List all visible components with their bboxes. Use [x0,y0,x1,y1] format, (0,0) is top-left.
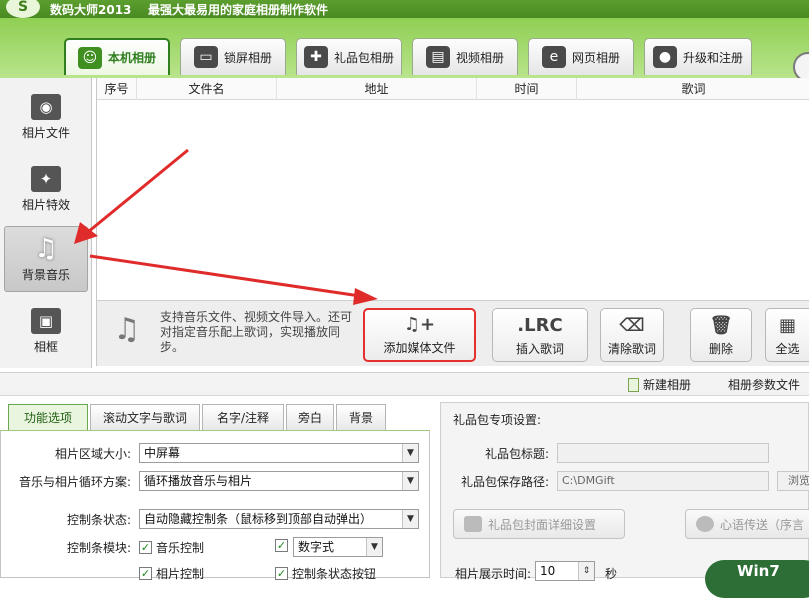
arrow-line-to-sidebar [87,148,189,234]
spinner-value: 10 [540,564,556,578]
watermark-logo: Win7 [705,560,809,598]
gift-title-label: 礼品包标题: [484,447,549,461]
tab-name-notes[interactable]: 名字/注释 [202,404,284,430]
tab-scroll-text-lyrics[interactable]: 滚动文字与歌词 [90,404,200,430]
chevron-down-icon: ▼ [402,472,418,490]
checkmark-icon: ✓ [139,541,152,554]
select-value: 循环播放音乐与相片 [144,474,253,488]
gift-package-panel: 礼品包专项设置: 礼品包标题: 礼品包保存路径: C:\DMGift 浏览 礼品… [440,402,809,581]
photo-area-label: 相片区域大小: [54,447,131,461]
digital-checkbox[interactable]: ✓ [275,539,288,552]
select-value: 中屏幕 [144,446,181,460]
select-value: 自动隐藏控制条（鼠标移到顶部自动弹出） [144,512,373,526]
checkmark-icon: ✓ [275,539,288,552]
new-album-button[interactable]: 新建相册 [628,376,691,393]
chevron-down-icon: ▼ [402,444,418,462]
display-time-unit: 秒 [604,567,617,581]
checkmark-icon: ✓ [275,567,288,580]
loop-scheme-label: 音乐与相片循环方案: [18,475,131,489]
select-value: 数字式 [298,540,335,554]
checkbox-label: 音乐控制 [156,541,205,555]
heart-message-button[interactable]: 心语传送（序言 [685,509,809,539]
gift-save-path-label: 礼品包保存路径: [460,475,549,489]
checkmark-icon: ✓ [139,567,152,580]
digital-style-select[interactable]: 数字式 ▼ [293,537,383,557]
gift-cover-settings-button[interactable]: 礼品包封面详细设置 [453,509,625,539]
gift-icon [464,516,482,532]
spinner-arrows-icon: ⇕ [578,562,594,580]
checkbox-label: 控制条状态按钮 [292,567,377,581]
control-bar-module-label: 控制条模块: [66,541,131,555]
chevron-down-icon: ▼ [402,510,418,528]
heart-icon [696,516,714,532]
new-album-label: 新建相册 [643,378,692,392]
gift-title-input[interactable] [557,443,769,463]
arrowhead-add-media [353,288,378,305]
tab-background[interactable]: 背景 [336,404,386,430]
tab-narration[interactable]: 旁白 [286,404,334,430]
album-params-button[interactable]: 相册参数文件 [728,376,800,393]
loop-scheme-select[interactable]: 循环播放音乐与相片 ▼ [139,471,419,491]
document-icon [628,377,639,392]
options-tab-bar: 功能选项 滚动文字与歌词 名字/注释 旁白 背景 [0,402,440,430]
control-bar-state-label: 控制条状态: [66,513,131,527]
display-time-spinner[interactable]: 10 ⇕ [535,561,595,581]
function-options-panel: 相片区域大小: 中屏幕 ▼ 音乐与相片循环方案: 循环播放音乐与相片 ▼ 控制条… [0,430,430,581]
browse-button[interactable]: 浏览 [777,471,809,491]
control-bar-state-select[interactable]: 自动隐藏控制条（鼠标移到顶部自动弹出） ▼ [139,509,419,529]
photo-area-select[interactable]: 中屏幕 ▼ [139,443,419,463]
button-label: 心语传送（序言 [720,517,805,532]
arrow-line-to-add-media [89,254,361,298]
checkbox-label: 相片控制 [156,567,205,581]
music-control-checkbox[interactable]: ✓ 音乐控制 [139,539,204,556]
tab-function-options[interactable]: 功能选项 [8,404,88,430]
gift-settings-title: 礼品包专项设置: [453,413,542,427]
button-label: 礼品包封面详细设置 [488,517,597,532]
display-time-label: 相片展示时间: [454,567,531,581]
photo-control-checkbox[interactable]: ✓ 相片控制 [139,565,204,582]
chevron-down-icon: ▼ [366,538,382,556]
gift-save-path-input[interactable]: C:\DMGift [557,471,769,491]
control-state-button-checkbox[interactable]: ✓ 控制条状态按钮 [275,565,376,582]
